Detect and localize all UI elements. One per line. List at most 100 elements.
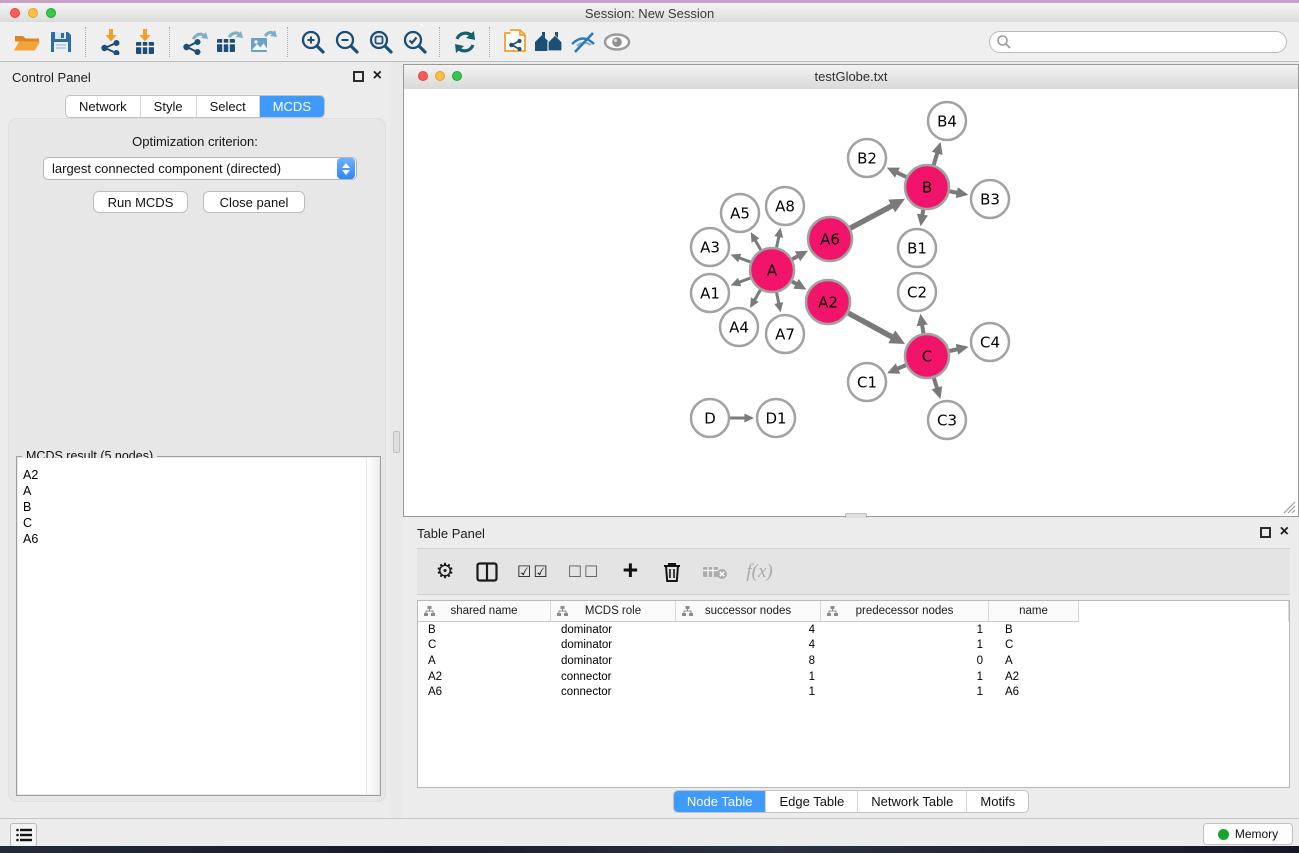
clone-network-button[interactable] [498,26,532,58]
delete-column-button[interactable] [660,557,684,587]
export-image-button[interactable] [246,26,280,58]
optimization-criterion-select[interactable]: largest connected component (directed) [43,157,357,180]
tab-node-table[interactable]: Node Table [674,791,766,812]
graph-node-A4[interactable]: A4 [720,308,758,346]
graph-node-A5[interactable]: A5 [721,194,759,232]
mcds-result-item[interactable]: B [23,499,38,515]
graph-node-label: B4 [937,113,957,131]
vertical-splitter[interactable] [390,62,403,818]
column-header-name[interactable]: name [989,601,1079,622]
graph-node-A8[interactable]: A8 [766,187,804,225]
refresh-button[interactable] [448,26,482,58]
zoom-selected-button[interactable] [398,26,432,58]
graph-node-label: B3 [980,191,1000,209]
table-row[interactable]: Cdominator41C [418,638,1289,654]
zoom-in-button[interactable] [296,26,330,58]
graph-node-A2[interactable]: A2 [806,280,850,324]
tab-mcds[interactable]: MCDS [259,96,324,117]
deselect-all-button[interactable]: ☐☐ [568,557,601,587]
mcds-result-item[interactable]: C [23,515,38,531]
run-mcds-button[interactable]: Run MCDS [93,191,188,213]
import-table-button[interactable] [128,26,162,58]
mcds-list-scrollbar[interactable] [366,458,379,794]
graph-node-A[interactable]: A [750,248,794,292]
column-header-shared-name[interactable]: shared name [418,601,551,622]
graph-node-D[interactable]: D [691,399,729,437]
table-options-button[interactable]: ⚙ [433,557,457,587]
graph-node-C[interactable]: C [905,334,949,378]
import-network-button[interactable] [94,26,128,58]
select-all-button[interactable]: ☑☑ [517,557,550,587]
graph-node-B[interactable]: B [905,165,949,209]
graph-node-A7[interactable]: A7 [766,315,804,353]
table-panel-title: Table Panel [417,526,485,541]
graph-node-B4[interactable]: B4 [928,102,966,140]
resize-grip-icon[interactable] [1283,501,1296,514]
graph-node-label: A7 [775,326,795,344]
graph-node-B1[interactable]: B1 [898,229,936,267]
graph-node-label: A [767,262,778,280]
graph-node-label: A4 [729,319,749,337]
tab-motifs[interactable]: Motifs [966,791,1028,812]
column-header-successor-nodes[interactable]: successor nodes [676,601,821,622]
mcds-result-item[interactable]: A2 [23,467,38,483]
graph-node-B2[interactable]: B2 [848,139,886,177]
float-panel-icon[interactable] [353,71,364,82]
network-window-title: testGlobe.txt [404,69,1298,84]
table-row[interactable]: A6connector11A6 [418,684,1289,700]
export-image-icon [249,29,277,55]
table-row[interactable]: Adominator80A [418,653,1289,669]
import-table-icon [132,29,158,55]
split-panel-button[interactable] [475,557,499,587]
graph-node-A3[interactable]: A3 [691,228,729,266]
zoom-out-button[interactable] [330,26,364,58]
tab-edge-table[interactable]: Edge Table [765,791,857,812]
tab-network-table[interactable]: Network Table [857,791,966,812]
mcds-result-listbox[interactable]: A2ABCA6 [18,458,379,794]
network-window-titlebar[interactable]: testGlobe.txt [404,65,1298,90]
mcds-result-item[interactable]: A [23,483,38,499]
splitter-handle[interactable] [393,431,400,453]
column-header-predecessor-nodes[interactable]: predecessor nodes [821,601,989,622]
add-column-button[interactable]: + [618,557,642,587]
save-session-button[interactable] [44,26,78,58]
float-panel-icon[interactable] [1260,527,1271,538]
graph-node-C2[interactable]: C2 [898,273,936,311]
toolbar-separator [489,27,491,57]
mcds-result-item[interactable]: A6 [23,531,38,547]
show-task-history-button[interactable] [10,823,37,847]
close-panel-icon[interactable]: × [1280,522,1289,542]
graph-node-label: A6 [820,231,840,249]
table-row[interactable]: Bdominator41B [418,622,1289,638]
toolbar-separator [287,27,289,57]
zoom-fit-icon [368,29,394,55]
close-panel-button[interactable]: Close panel [203,191,305,213]
show-graphics-details-button[interactable] [600,26,634,58]
open-session-button[interactable] [10,26,44,58]
home-button[interactable] [532,26,566,58]
table-cell: 4 [676,624,821,636]
hide-graphics-details-button[interactable] [566,26,600,58]
tab-select[interactable]: Select [196,96,259,117]
graph-node-A6[interactable]: A6 [808,217,852,261]
table-row[interactable]: A2connector11A2 [418,669,1289,685]
zoom-selected-icon [402,29,428,55]
graph-node-C1[interactable]: C1 [848,363,886,401]
search-input[interactable] [989,31,1287,53]
column-header-mcds-role[interactable]: MCDS role [551,601,676,622]
tab-style[interactable]: Style [140,96,196,117]
zoom-fit-button[interactable] [364,26,398,58]
tab-network[interactable]: Network [66,96,140,117]
memory-button[interactable]: Memory [1203,823,1293,845]
selected-criterion: largest connected component (directed) [44,161,356,176]
graph-node-A1[interactable]: A1 [691,274,729,312]
graph-node-D1[interactable]: D1 [757,399,795,437]
graph-node-C4[interactable]: C4 [971,323,1009,361]
network-canvas[interactable]: B4 B2 B B3 A8A5 A6 A3 B1 A C2 A1 A2 A4 A7 C4 C C1 C3 D D1 [404,89,1298,516]
import-network-icon [98,29,124,55]
export-table-button[interactable] [212,26,246,58]
graph-node-B3[interactable]: B3 [971,180,1009,218]
close-panel-icon[interactable]: × [373,66,382,86]
export-network-button[interactable] [178,26,212,58]
graph-node-C3[interactable]: C3 [928,401,966,439]
